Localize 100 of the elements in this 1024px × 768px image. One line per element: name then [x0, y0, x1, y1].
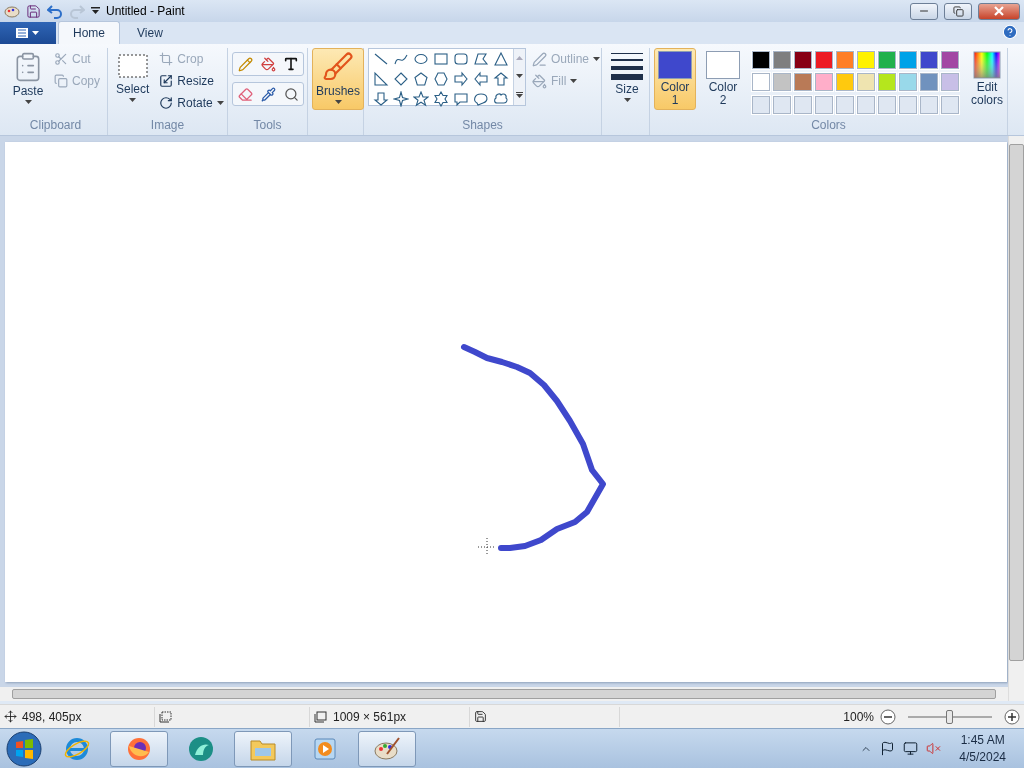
four-point-star-icon[interactable]: [393, 91, 409, 107]
undo-icon[interactable]: [47, 3, 63, 19]
palette-swatch[interactable]: [920, 73, 938, 92]
empty-swatch[interactable]: [836, 95, 854, 114]
select-button[interactable]: Select: [112, 48, 154, 110]
palette-swatch[interactable]: [878, 73, 896, 92]
scroll-down-icon[interactable]: [516, 74, 523, 78]
caret-icon: [623, 98, 631, 102]
minimize-button[interactable]: [910, 2, 938, 20]
polygon-icon[interactable]: [473, 51, 489, 67]
start-button[interactable]: [4, 729, 44, 768]
line-icon[interactable]: [373, 51, 389, 67]
empty-swatch[interactable]: [815, 95, 833, 114]
resize-button[interactable]: Resize: [159, 72, 224, 90]
close-button[interactable]: [978, 2, 1020, 20]
rectangle-callout-icon[interactable]: [453, 91, 469, 107]
edit-colors-button[interactable]: Edit colors: [967, 48, 1007, 110]
group-label: Clipboard: [29, 118, 82, 134]
pipette-icon: [260, 86, 276, 102]
rotate-button[interactable]: Rotate: [159, 94, 224, 112]
palette-swatch[interactable]: [899, 51, 917, 69]
diamond-icon[interactable]: [393, 71, 409, 87]
ribbon-tab[interactable]: View: [122, 21, 178, 44]
help-icon: [1002, 23, 1018, 40]
empty-swatch[interactable]: [794, 95, 812, 114]
zoom-in-button[interactable]: [1004, 708, 1020, 725]
cursor-position: 498, 405px: [22, 709, 82, 724]
pentagon-icon[interactable]: [413, 71, 429, 87]
palette-swatch[interactable]: [878, 51, 896, 69]
palette-swatch[interactable]: [857, 73, 875, 92]
group-label: Shapes: [462, 118, 503, 134]
scroll-up-icon[interactable]: [516, 56, 523, 60]
palette-swatch[interactable]: [815, 51, 833, 69]
flag-icon: [880, 741, 896, 756]
palette-icon: [373, 735, 401, 762]
network-icon: [903, 741, 919, 756]
palette-swatch[interactable]: [836, 73, 854, 92]
color-slot-button[interactable]: Color 1: [654, 48, 696, 110]
right-arrow-icon[interactable]: [453, 71, 469, 87]
cloud-callout-icon[interactable]: [493, 91, 509, 107]
palette-swatch[interactable]: [752, 51, 770, 69]
palette-swatch[interactable]: [941, 51, 959, 69]
empty-swatch[interactable]: [857, 95, 875, 114]
down-arrow-icon[interactable]: [373, 91, 389, 107]
vertical-scrollbar[interactable]: [1008, 136, 1024, 701]
line-width-icon: [610, 51, 644, 81]
color-slot-button[interactable]: Color 2: [702, 48, 744, 110]
caret-icon[interactable]: [91, 7, 100, 15]
left-arrow-icon[interactable]: [473, 71, 489, 87]
window-title: Untitled - Paint: [106, 4, 186, 18]
oval-icon[interactable]: [413, 51, 429, 67]
triangle-icon[interactable]: [493, 51, 509, 67]
paint-app-icon[interactable]: [4, 4, 20, 18]
palette-swatch[interactable]: [794, 51, 812, 69]
palette-swatch[interactable]: [899, 73, 917, 92]
paint-bucket-icon: [532, 73, 547, 89]
palette-swatch[interactable]: [752, 73, 770, 92]
oval-callout-icon[interactable]: [473, 91, 489, 107]
hexagon-icon[interactable]: [433, 71, 449, 87]
palette-swatch[interactable]: [941, 73, 959, 92]
app-menu-button[interactable]: [0, 22, 56, 44]
menu-icon: [15, 27, 41, 39]
expand-icon[interactable]: [516, 92, 523, 98]
palette-swatch[interactable]: [836, 51, 854, 69]
six-point-star-icon[interactable]: [433, 91, 449, 107]
group-label: Tools: [253, 118, 282, 134]
empty-swatch[interactable]: [773, 95, 791, 114]
brush-icon: [322, 51, 354, 83]
palette-swatch[interactable]: [794, 73, 812, 92]
empty-swatch[interactable]: [752, 95, 770, 114]
size-button[interactable]: Size: [606, 48, 648, 110]
app-icon: [187, 734, 215, 763]
right-triangle-icon[interactable]: [373, 71, 389, 87]
selection-size-icon: [159, 710, 173, 723]
horizontal-scrollbar[interactable]: [0, 687, 1008, 701]
restore-button[interactable]: [944, 2, 972, 20]
palette-swatch[interactable]: [773, 73, 791, 92]
star-icon[interactable]: [413, 91, 429, 107]
taskbar-button[interactable]: [110, 730, 168, 767]
zoom-slider-thumb[interactable]: [946, 709, 953, 724]
text-icon: [283, 56, 299, 72]
paste-button[interactable]: Paste: [8, 48, 48, 110]
palette-swatch[interactable]: [815, 73, 833, 92]
ribbon-tab[interactable]: Home: [58, 21, 120, 44]
canvas-size: 1009 × 561px: [333, 709, 407, 724]
empty-swatch[interactable]: [941, 95, 959, 114]
taskbar-button[interactable]: [358, 730, 416, 767]
zoom-out-button[interactable]: [880, 708, 896, 725]
empty-swatch[interactable]: [899, 95, 917, 114]
palette-swatch[interactable]: [773, 51, 791, 69]
brushes-button[interactable]: Brushes: [312, 48, 365, 110]
up-arrow-icon[interactable]: [493, 71, 509, 87]
scissors-icon: [54, 52, 68, 66]
rounded-rectangle-icon[interactable]: [453, 51, 469, 67]
canvas-size-icon: [314, 710, 328, 723]
crop-icon: [159, 52, 174, 66]
palette-swatch[interactable]: [857, 51, 875, 69]
empty-swatch[interactable]: [878, 95, 896, 114]
palette-swatch[interactable]: [920, 51, 938, 69]
empty-swatch[interactable]: [920, 95, 938, 114]
